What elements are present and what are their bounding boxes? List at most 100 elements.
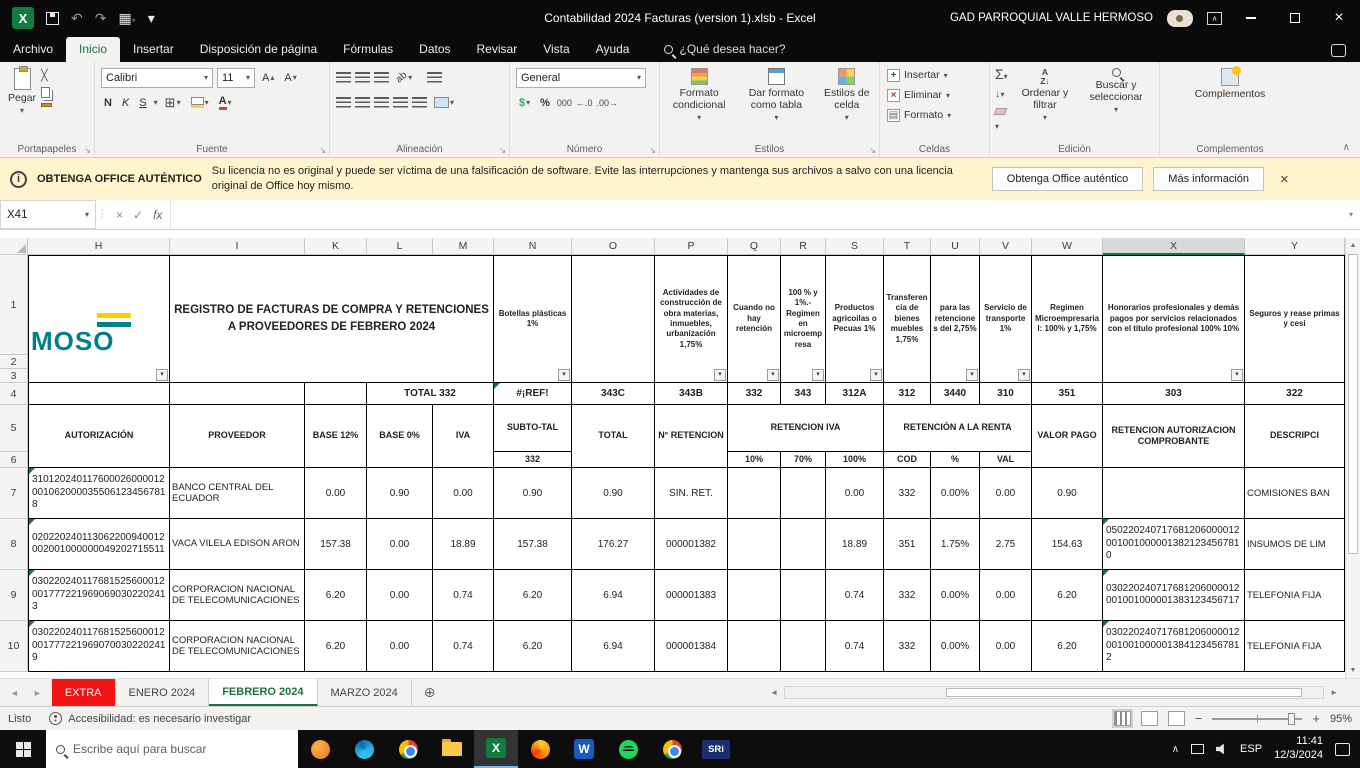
clipboard-dialog-launcher[interactable]: ↘ xyxy=(84,146,91,155)
cell-P4[interactable]: 343B xyxy=(655,383,728,405)
row-header-6[interactable]: 6 xyxy=(0,452,28,468)
cell-O8[interactable]: 176.27 xyxy=(572,519,655,570)
cell-T9[interactable]: 332 xyxy=(884,570,931,621)
row-header-2[interactable]: 2 xyxy=(0,355,28,369)
sheet-nav-right-icon[interactable]: ► xyxy=(33,688,42,698)
taskbar-app-word[interactable]: W xyxy=(562,730,606,768)
cell-O10[interactable]: 6.94 xyxy=(572,621,655,672)
cell-X9[interactable]: 0302202407176812060000120010010000013831… xyxy=(1103,570,1245,621)
clear-button[interactable]: ▾ xyxy=(993,104,1008,132)
page-layout-view-button[interactable] xyxy=(1140,711,1158,726)
font-color-button[interactable]: A ▾ xyxy=(216,94,235,111)
filter-button[interactable]: ▾ xyxy=(156,369,168,381)
alignment-dialog-launcher[interactable]: ↘ xyxy=(499,146,506,155)
borders-button[interactable]: ⊞ ▾ xyxy=(162,95,184,110)
cell-K7[interactable]: 0.00 xyxy=(305,468,367,519)
sheet-tab-marzo[interactable]: MARZO 2024 xyxy=(318,679,412,706)
insert-function-icon[interactable]: fx xyxy=(153,208,162,222)
filter-button[interactable]: ▾ xyxy=(1231,369,1243,381)
network-icon[interactable] xyxy=(1191,744,1205,754)
more-info-button[interactable]: Más información xyxy=(1153,167,1264,191)
align-middle-icon[interactable] xyxy=(355,72,370,83)
cell-Y7[interactable]: COMISIONES BAN xyxy=(1245,468,1345,519)
cell-L7[interactable]: 0.90 xyxy=(367,468,433,519)
cell-U9[interactable]: 0.00% xyxy=(931,570,980,621)
cell-H1-logo[interactable]: MOSO ▾ xyxy=(28,255,170,383)
filter-button[interactable]: ▾ xyxy=(1018,369,1030,381)
cell-O9[interactable]: 6.94 xyxy=(572,570,655,621)
col-header-H[interactable]: H xyxy=(28,238,170,255)
cell-X8[interactable]: 0502202407176812060000120010010000013821… xyxy=(1103,519,1245,570)
header-70pct[interactable]: 70% xyxy=(781,452,826,468)
cell-U7[interactable]: 0.00% xyxy=(931,468,980,519)
tab-insertar[interactable]: Insertar xyxy=(120,37,187,62)
cell-R7[interactable] xyxy=(781,468,826,519)
col-header-T[interactable]: T xyxy=(884,238,931,255)
cell-O1[interactable] xyxy=(572,255,655,383)
cell-P7[interactable]: SIN. RET. xyxy=(655,468,728,519)
col-header-X-selected[interactable]: X xyxy=(1103,238,1245,255)
increase-decimal-button[interactable]: ←.0 xyxy=(576,98,593,108)
row-header-3[interactable]: 3 xyxy=(0,369,28,383)
cell-X10[interactable]: 0302202407176812060000120010010000013841… xyxy=(1103,621,1245,672)
cell-I7[interactable]: BANCO CENTRAL DEL ECUADOR xyxy=(170,468,305,519)
select-all-button[interactable] xyxy=(0,238,28,255)
zoom-out-button[interactable]: − xyxy=(1195,711,1203,726)
filter-button[interactable]: ▾ xyxy=(870,369,882,381)
col-header-Q[interactable]: Q xyxy=(728,238,781,255)
cell-W1[interactable]: Regimen Microempresarial: 100% y 1,75% xyxy=(1032,255,1103,383)
cell-I8[interactable]: VACA VILELA EDISON ARON xyxy=(170,519,305,570)
format-painter-icon[interactable] xyxy=(41,103,53,107)
styles-dialog-launcher[interactable]: ↘ xyxy=(869,146,876,155)
row-header-9[interactable]: 9 xyxy=(0,570,28,621)
align-left-icon[interactable] xyxy=(336,97,351,108)
save-icon[interactable] xyxy=(46,11,59,25)
col-header-K[interactable]: K xyxy=(305,238,367,255)
cell-W9[interactable]: 6.20 xyxy=(1032,570,1103,621)
col-header-N[interactable]: N xyxy=(494,238,572,255)
cell-N8[interactable]: 157.38 xyxy=(494,519,572,570)
zoom-slider-thumb[interactable] xyxy=(1288,712,1296,725)
cell-U10[interactable]: 0.00% xyxy=(931,621,980,672)
tab-ayuda[interactable]: Ayuda xyxy=(583,37,643,62)
cell-T7[interactable]: 332 xyxy=(884,468,931,519)
cell-K9[interactable]: 6.20 xyxy=(305,570,367,621)
row-header-5[interactable]: 5 xyxy=(0,405,28,452)
cell-R8[interactable] xyxy=(781,519,826,570)
cell-N4-ref-error[interactable]: #¡REF! xyxy=(494,383,572,405)
cell-T8[interactable]: 351 xyxy=(884,519,931,570)
header-val[interactable]: VAL xyxy=(980,452,1032,468)
cell-I4[interactable] xyxy=(170,383,305,405)
align-right-icon[interactable] xyxy=(374,97,389,108)
taskbar-search-box[interactable]: Escribe aquí para buscar xyxy=(46,730,298,768)
header-autorizacion[interactable]: AUTORIZACIÓN xyxy=(28,405,170,468)
cell-H4[interactable] xyxy=(28,383,170,405)
format-as-table-button[interactable]: Dar formato como tabla ▾ xyxy=(735,65,817,125)
row-header-10[interactable]: 10 xyxy=(0,621,28,672)
scroll-down-icon[interactable]: ▼ xyxy=(1346,663,1360,678)
zoom-slider[interactable] xyxy=(1212,712,1303,725)
cell-W10[interactable]: 6.20 xyxy=(1032,621,1103,672)
addins-button[interactable]: Complementos xyxy=(1163,65,1297,103)
cell-M10[interactable]: 0.74 xyxy=(433,621,494,672)
normal-view-button[interactable] xyxy=(1111,709,1133,728)
increase-font-button[interactable]: A ▴ xyxy=(259,71,277,85)
cell-V1[interactable]: Servicio de transporte 1% ▾ xyxy=(980,255,1032,383)
cell-H10[interactable]: 0302202401176815256000120017772219690700… xyxy=(28,621,170,672)
wrap-text-icon[interactable] xyxy=(427,72,443,83)
align-top-icon[interactable] xyxy=(336,72,351,83)
taskbar-app-browser2[interactable] xyxy=(650,730,694,768)
cell-styles-button[interactable]: Estilos de celda ▾ xyxy=(818,65,876,125)
col-header-P[interactable]: P xyxy=(655,238,728,255)
header-retencion-autorizacion[interactable]: RETENCION AUTORIZACION COMPROBANTE xyxy=(1103,405,1245,468)
hidden-icons-chevron-icon[interactable]: ∧ xyxy=(1172,744,1179,755)
cell-T1[interactable]: Transferencia de bienes muebles 1,75% xyxy=(884,255,931,383)
insert-cells-button[interactable]: + Insertar ▾ xyxy=(883,65,986,85)
cell-M9[interactable]: 0.74 xyxy=(433,570,494,621)
accounting-format-button[interactable]: $ ▾ xyxy=(516,96,533,110)
col-header-M[interactable]: M xyxy=(433,238,494,255)
cell-S8[interactable]: 18.89 xyxy=(826,519,884,570)
header-valor-pago[interactable]: VALOR PAGO xyxy=(1032,405,1103,468)
ribbon-display-options-icon[interactable]: ∧ xyxy=(1207,11,1222,25)
sheet-nav-left-icon[interactable]: ◄ xyxy=(10,688,19,698)
